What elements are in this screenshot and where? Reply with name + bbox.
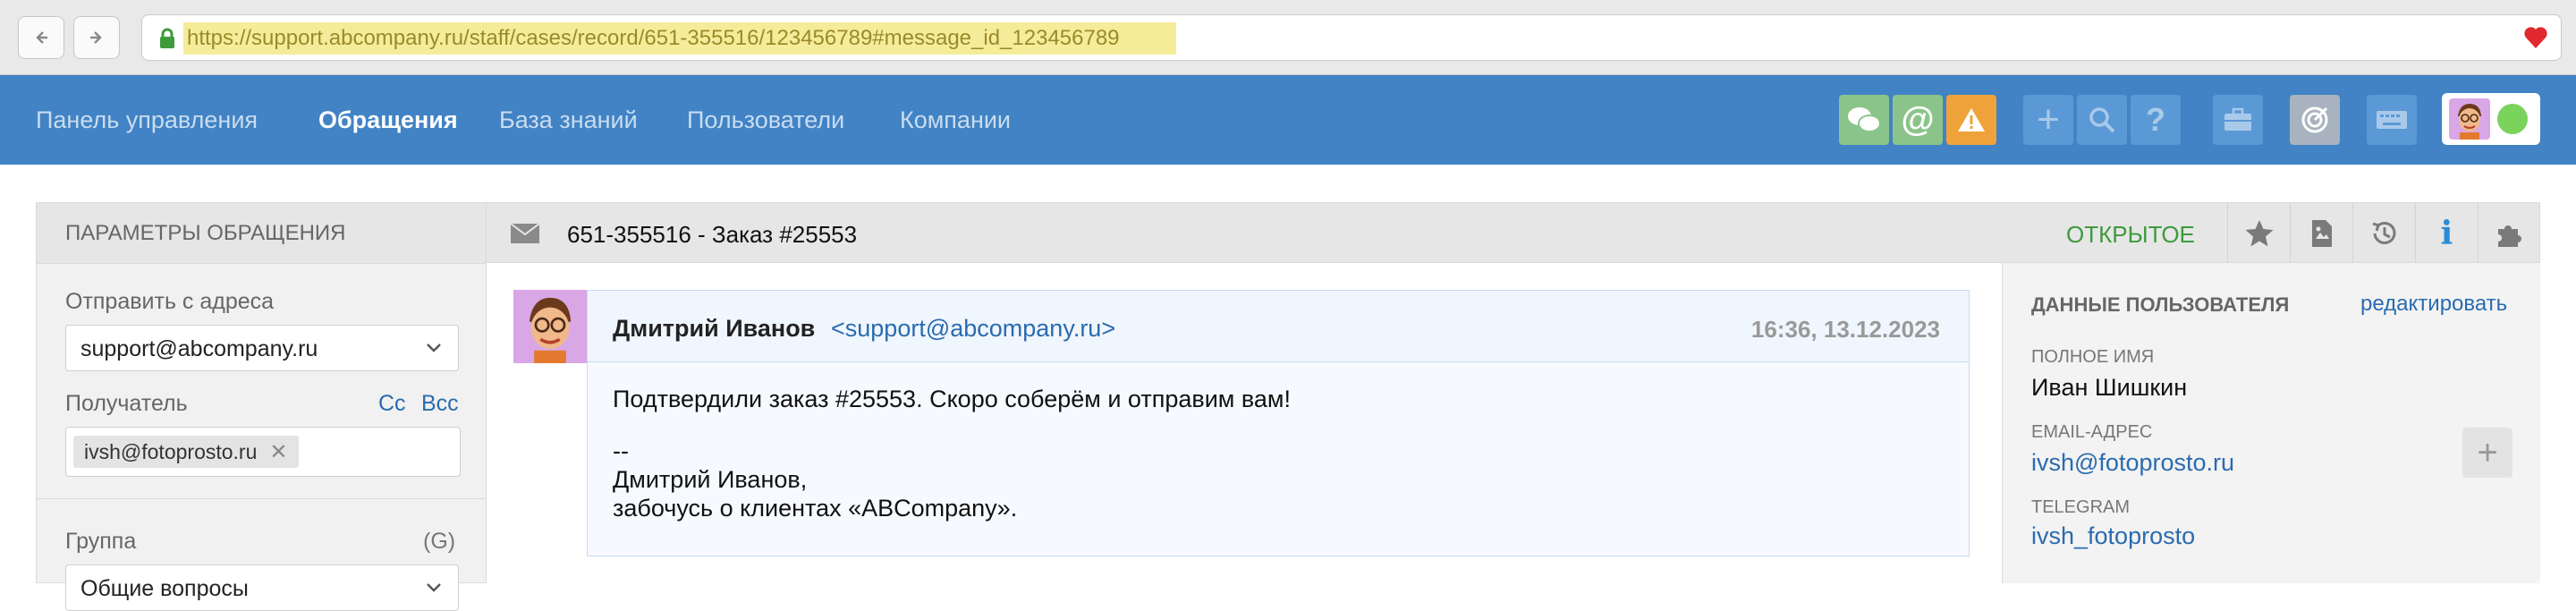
at-icon: @ (1901, 100, 1935, 139)
nav-tickets[interactable]: Обращения (318, 75, 458, 165)
history-icon (2372, 221, 2395, 244)
message-line: Подтвердили заказ #25553. Скоро соберём … (613, 386, 1291, 412)
from-value: support@abcompany.ru (80, 336, 318, 361)
nav-users[interactable]: Пользователи (687, 75, 844, 165)
telegram-label: TELEGRAM (2031, 497, 2131, 517)
plugins-button[interactable] (2478, 203, 2540, 263)
search-icon (2089, 107, 2115, 133)
message-card: Дмитрий Иванов <support@abcompany.ru> 16… (587, 290, 1970, 556)
author-name: Дмитрий Иванов (613, 315, 816, 342)
memoji-avatar-icon (2458, 104, 2481, 140)
chevron-down-icon (427, 344, 441, 352)
help-icon: ? (2146, 101, 2165, 138)
email-label: EMAIL-АДРЕС (2031, 422, 2153, 442)
warning-icon (1958, 108, 1985, 132)
user-data-panel: ДАННЫЕ ПОЛЬЗОВАТЕЛЯ редактировать ПОЛНОЕ… (2002, 263, 2540, 583)
chevron-down-icon (427, 583, 441, 592)
alerts-button[interactable] (1946, 95, 1996, 145)
author-avatar (513, 290, 587, 363)
heart-icon[interactable] (2523, 26, 2548, 49)
from-label: Отправить с адреса (65, 289, 275, 314)
lock-icon (160, 28, 174, 48)
full-name-value: Иван Шишкин (2031, 374, 2188, 401)
ticket-params-panel: ПАРАМЕТРЫ ОБРАЩЕНИЯ Отправить с адреса s… (36, 202, 487, 611)
signature-line: забочусь о клиентах «ABCompany». (613, 495, 1018, 522)
ticket-status[interactable]: ОТКРЫТОЕ (2066, 221, 2195, 249)
back-button[interactable] (18, 16, 64, 59)
document-button[interactable] (2290, 203, 2352, 263)
info-icon: i (2440, 214, 2453, 252)
plus-icon: + (2037, 98, 2060, 141)
full-name-label: ПОЛНОЕ ИМЯ (2031, 347, 2155, 367)
telegram-value[interactable]: ivsh_fotoprosto (2031, 522, 2195, 550)
chat-icon (1848, 107, 1881, 132)
star-button[interactable] (2227, 203, 2290, 263)
recipient-label: Получатель (65, 391, 188, 416)
nav-companies[interactable]: Компании (900, 75, 1011, 165)
plus-icon: + (2477, 433, 2498, 472)
author-email[interactable]: <support@abcompany.ru> (831, 315, 1115, 343)
puzzle-icon (2497, 225, 2521, 247)
recipient-tag-label: ivsh@fotoprosto.ru (84, 439, 258, 463)
panel-title: ПАРАМЕТРЫ ОБРАЩЕНИЯ (37, 203, 486, 264)
message-time: 16:36, 13.12.2023 (1750, 316, 1940, 343)
recipient-input[interactable]: ivsh@fotoprosto.ru ✕ (65, 427, 461, 477)
ticket-header: 651-355516 - Заказ #25553 ОТКРЫТОЕ i (487, 202, 2540, 263)
browser-toolbar: https://support.abcompany.ru/staff/cases… (0, 0, 2576, 75)
mentions-button[interactable]: @ (1893, 95, 1943, 145)
nav-knowledge-base[interactable]: База знаний (499, 75, 638, 165)
message-body: Подтвердили заказ #25553. Скоро соберём … (588, 362, 1969, 556)
forward-arrow-icon (90, 31, 102, 44)
signature-line: Дмитрий Иванов, (613, 466, 808, 493)
remove-tag-icon[interactable]: ✕ (269, 439, 287, 465)
cc-link[interactable]: Cc (378, 391, 406, 417)
target-icon (2301, 106, 2328, 133)
edit-user-link[interactable]: редактировать (2360, 292, 2507, 317)
group-value: Общие вопросы (80, 576, 249, 601)
search-button[interactable] (2077, 95, 2127, 145)
online-status-dot (2497, 104, 2528, 134)
back-arrow-icon (36, 31, 47, 44)
keyboard-icon (2377, 111, 2407, 129)
recipient-tag: ivsh@fotoprosto.ru ✕ (73, 436, 299, 468)
email-value[interactable]: ivsh@fotoprosto.ru (2031, 449, 2234, 477)
forward-button[interactable] (73, 16, 120, 59)
briefcase-icon (2224, 107, 2251, 131)
info-button[interactable]: i (2415, 203, 2478, 263)
keyboard-button[interactable] (2367, 95, 2417, 145)
document-icon (2311, 219, 2332, 247)
panel-title: ДАННЫЕ ПОЛЬЗОВАТЕЛЯ (2031, 293, 2290, 316)
group-select[interactable]: Общие вопросы (65, 564, 459, 611)
help-button[interactable]: ? (2131, 95, 2181, 145)
envelope-icon (510, 223, 540, 243)
add-email-button[interactable]: + (2462, 428, 2512, 478)
group-hotkey: (G) (423, 529, 456, 554)
message-header: Дмитрий Иванов <support@abcompany.ru> 16… (588, 291, 1969, 362)
star-icon (2245, 219, 2273, 246)
briefcase-button[interactable] (2213, 95, 2263, 145)
nav-dashboard[interactable]: Панель управления (36, 75, 258, 165)
target-button[interactable] (2290, 95, 2340, 145)
address-bar[interactable]: https://support.abcompany.ru/staff/cases… (141, 14, 2562, 61)
history-button[interactable] (2352, 203, 2415, 263)
divider (37, 498, 487, 499)
group-label: Группа (65, 529, 137, 554)
bcc-link[interactable]: Bcc (421, 391, 459, 417)
avatar (2449, 98, 2490, 140)
url-text[interactable]: https://support.abcompany.ru/staff/cases… (183, 22, 1176, 55)
ticket-title: 651-355516 - Заказ #25553 (567, 221, 858, 248)
chat-button[interactable] (1839, 95, 1889, 145)
memoji-avatar-icon (529, 297, 572, 363)
app-header: Панель управления Обращения База знаний … (0, 75, 2576, 165)
add-button[interactable]: + (2023, 95, 2073, 145)
user-menu[interactable] (2442, 93, 2540, 145)
signature-separator: -- (613, 437, 629, 464)
from-select[interactable]: support@abcompany.ru (65, 325, 459, 371)
